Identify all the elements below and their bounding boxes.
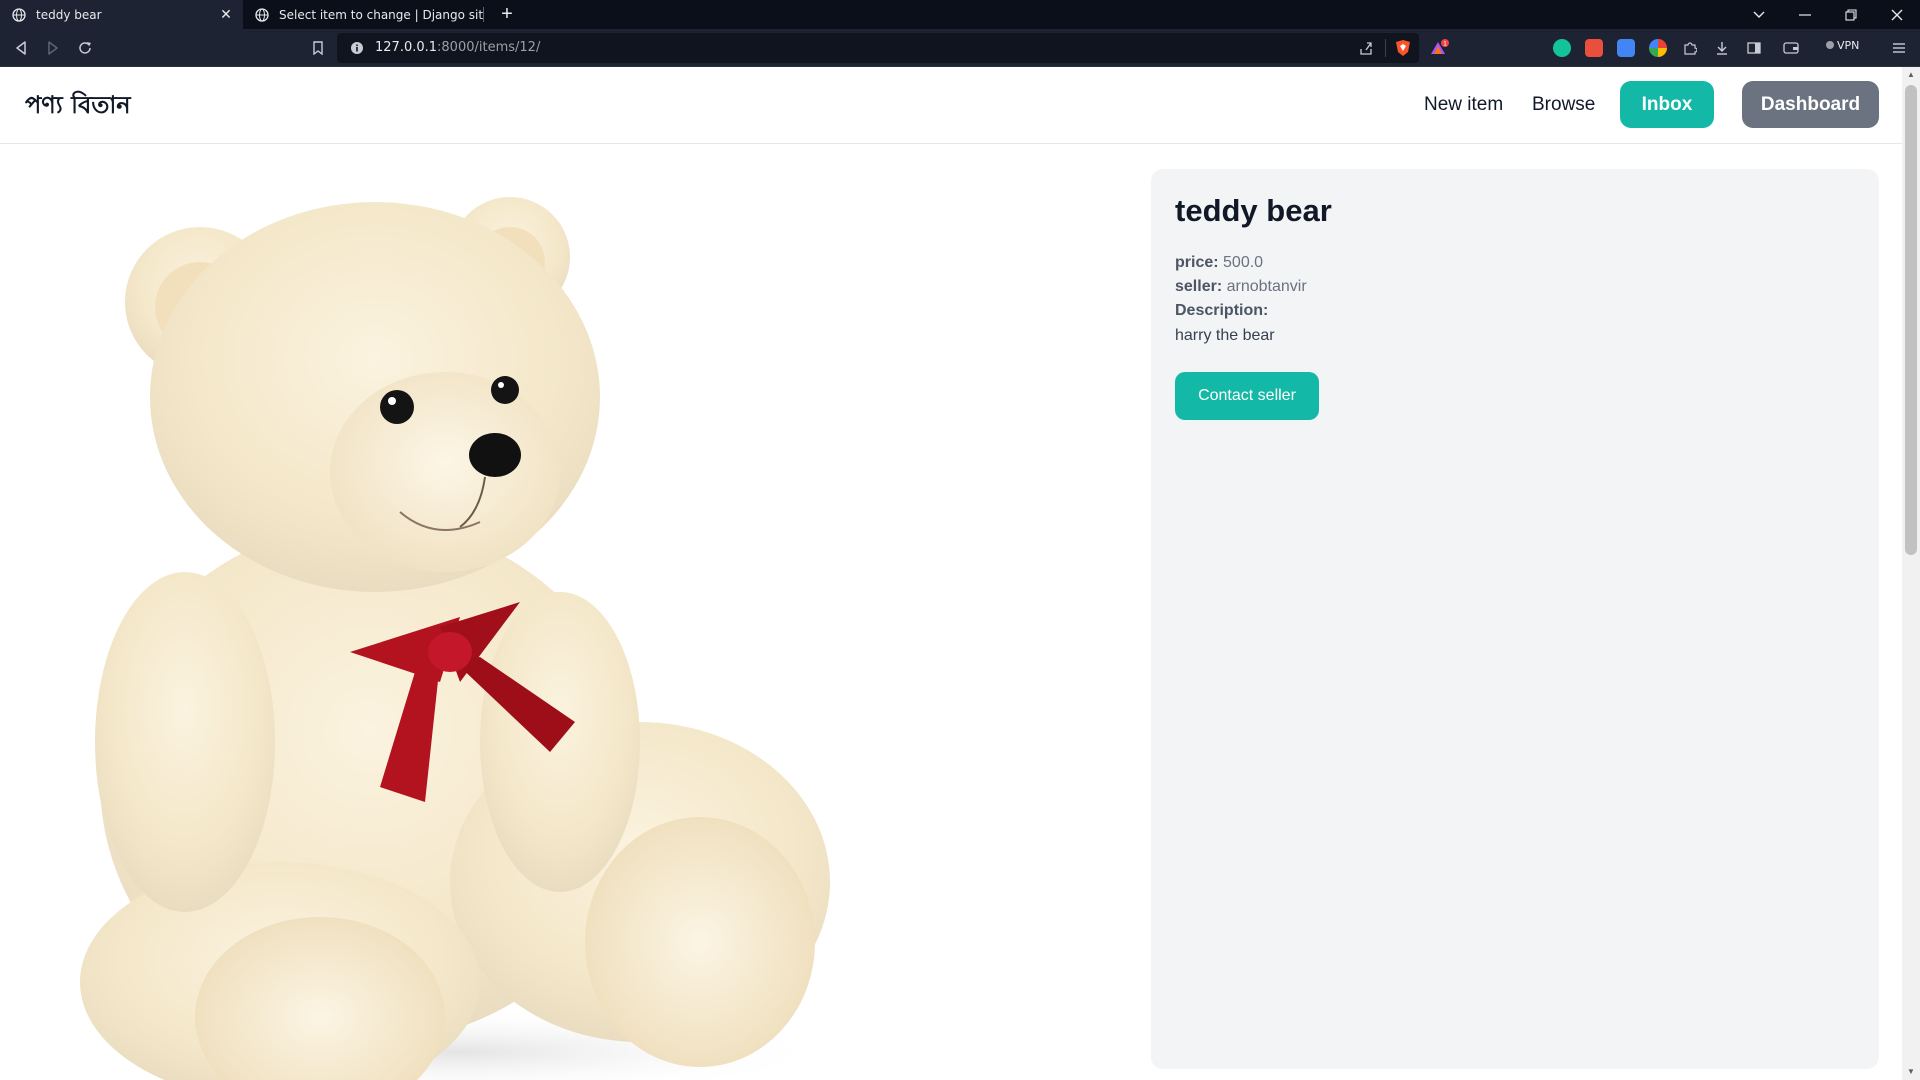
tab-title: teddy bear <box>36 7 102 22</box>
browse-link[interactable]: Browse <box>1532 94 1595 116</box>
brave-rewards-icon[interactable]: 1 <box>1430 39 1450 57</box>
translate-extension-icon[interactable] <box>1617 39 1635 57</box>
extension-icon[interactable] <box>1585 39 1603 57</box>
wallet-icon[interactable] <box>1780 37 1802 59</box>
browser-tab-strip: teddy bear ✕ Select item to change | Dja… <box>0 0 1920 29</box>
brave-shield-icon[interactable] <box>1395 39 1411 57</box>
scrollbar-thumb[interactable] <box>1905 85 1917 555</box>
item-description-label: Description: <box>1175 302 1269 319</box>
teddy-bear-image <box>80 197 840 1080</box>
item-seller: seller: arnobtanvir <box>1175 278 1307 295</box>
scroll-up-arrow-icon[interactable]: ▲ <box>1906 70 1916 80</box>
minimize-icon[interactable] <box>1782 0 1828 29</box>
menu-icon[interactable] <box>1888 37 1910 59</box>
contact-seller-button[interactable]: Contact seller <box>1175 372 1319 420</box>
site-navbar: পণ্য বিতান New item Browse Inbox Dashboa… <box>0 67 1902 144</box>
browser-tab-active[interactable]: teddy bear ✕ <box>0 0 243 29</box>
item-title: teddy bear <box>1175 193 1332 228</box>
inbox-button[interactable]: Inbox <box>1620 81 1714 128</box>
color-extension-icon[interactable] <box>1649 39 1667 57</box>
browser-toolbar: 127.0.0.1:8000/items/12/ 1 VPN <box>0 29 1920 67</box>
page-viewport: পণ্য বিতান New item Browse Inbox Dashboa… <box>0 67 1902 1080</box>
extensions-puzzle-icon[interactable] <box>1679 37 1701 59</box>
item-price: price: 500.0 <box>1175 254 1264 271</box>
share-icon[interactable] <box>1359 41 1373 55</box>
close-window-icon[interactable] <box>1874 0 1920 29</box>
new-tab-button[interactable]: + <box>496 3 518 25</box>
site-logo[interactable]: পণ্য বিতান <box>25 87 131 127</box>
tab-title: Select item to change | Django site ad <box>279 7 483 22</box>
omnibox-divider <box>1385 39 1386 57</box>
tab-separator <box>483 7 484 22</box>
grammarly-extension-icon[interactable] <box>1553 39 1571 57</box>
tab-list-chevron-icon[interactable] <box>1736 0 1782 29</box>
reload-icon[interactable] <box>74 37 96 59</box>
svg-text:1: 1 <box>1443 41 1447 48</box>
item-description: harry the bear <box>1175 327 1275 344</box>
address-bar[interactable]: 127.0.0.1:8000/items/12/ 1 <box>337 33 1449 63</box>
bookmark-icon[interactable] <box>307 37 329 59</box>
browser-tab-inactive[interactable]: Select item to change | Django site ad <box>243 0 483 29</box>
scroll-down-arrow-icon[interactable]: ▼ <box>1906 1067 1916 1077</box>
item-image <box>40 182 880 1080</box>
sidebar-icon[interactable] <box>1743 37 1765 59</box>
page-scrollbar[interactable]: ▲ ▼ <box>1902 67 1920 1080</box>
globe-icon <box>255 7 269 22</box>
vpn-button[interactable]: VPN <box>1826 39 1859 52</box>
site-info-icon[interactable] <box>351 42 363 54</box>
restore-icon[interactable] <box>1828 0 1874 29</box>
new-item-link[interactable]: New item <box>1424 94 1503 116</box>
item-detail-card: teddy bear price: 500.0 seller: arnobtan… <box>1151 169 1879 1069</box>
download-icon[interactable] <box>1711 37 1733 59</box>
vpn-status-icon <box>1826 41 1834 49</box>
close-tab-icon[interactable]: ✕ <box>217 7 235 23</box>
forward-icon[interactable] <box>42 37 64 59</box>
back-icon[interactable] <box>10 37 32 59</box>
url-text: 127.0.0.1:8000/items/12/ <box>375 40 541 55</box>
dashboard-button[interactable]: Dashboard <box>1742 81 1879 128</box>
globe-icon <box>12 7 26 22</box>
